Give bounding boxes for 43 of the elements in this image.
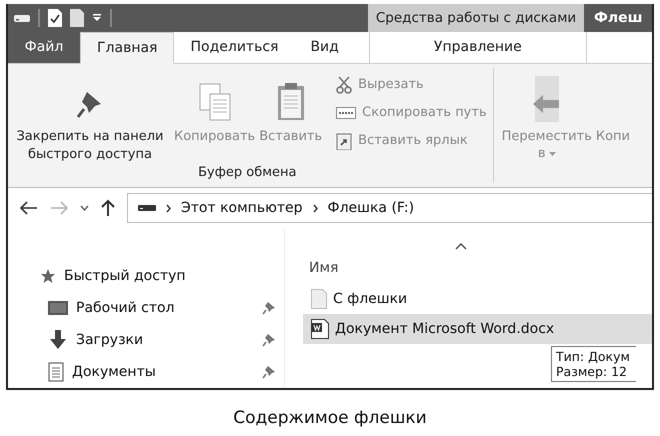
document-icon bbox=[48, 362, 64, 382]
column-header[interactable]: Имя bbox=[285, 254, 349, 284]
shortcut-icon bbox=[336, 132, 352, 150]
drive-icon[interactable] bbox=[14, 13, 30, 23]
context-tab-header: Средства работы с дисками bbox=[368, 4, 584, 32]
checked-document-icon[interactable] bbox=[48, 9, 62, 27]
drive-icon bbox=[138, 204, 156, 212]
group-label: Буфер обмена bbox=[198, 165, 296, 182]
desktop-icon bbox=[48, 300, 68, 316]
ribbon-tab[interactable]: Главная bbox=[80, 32, 174, 64]
figure-caption: Содержимое флешки bbox=[232, 408, 428, 428]
file-row[interactable]: С флешки bbox=[303, 284, 652, 314]
caret-icon bbox=[548, 152, 556, 156]
copy-icon bbox=[198, 82, 232, 122]
breadcrumb-item[interactable]: Флешка (F:) bbox=[328, 200, 414, 216]
blank-document-icon[interactable] bbox=[70, 9, 84, 27]
star-icon bbox=[40, 268, 56, 284]
up-arrow-icon[interactable] bbox=[101, 198, 115, 218]
tooltip-text: Размер: 12 bbox=[556, 364, 628, 379]
chevron-right-icon bbox=[166, 204, 171, 212]
tooltip-text: Тип: Докум bbox=[556, 349, 630, 364]
blank-file-icon bbox=[311, 289, 327, 309]
ribbon-tab[interactable]: Файл bbox=[8, 32, 80, 63]
sort-caret-icon bbox=[455, 242, 467, 252]
download-arrow-icon bbox=[48, 330, 68, 350]
address-bar[interactable]: Этот компьютер Флешка (F:) bbox=[127, 193, 652, 223]
ribbon-tab[interactable]: Управление bbox=[368, 32, 587, 63]
chevron-right-icon bbox=[312, 204, 318, 212]
clipboard-icon bbox=[276, 82, 306, 122]
sidebar-item[interactable]: Документы bbox=[8, 356, 284, 388]
breadcrumb-item[interactable]: Этот компьютер bbox=[181, 200, 303, 216]
path-icon bbox=[336, 106, 356, 119]
window-title: Флеш bbox=[593, 10, 643, 26]
sidebar-item[interactable]: Быстрый доступ bbox=[8, 260, 284, 292]
sidebar-item[interactable]: Загрузки bbox=[8, 324, 284, 356]
ribbon-button[interactable]: Закрепить на панели быстрого доступа bbox=[8, 74, 172, 165]
ribbon-tab[interactable]: Поделиться bbox=[174, 32, 294, 63]
sidebar-item[interactable]: Рабочий стол bbox=[8, 292, 284, 324]
scissors-icon bbox=[336, 76, 352, 94]
file-row[interactable]: Документ Microsoft Word.docx bbox=[303, 314, 652, 344]
dropdown-icon[interactable] bbox=[92, 13, 102, 23]
ribbon-tab[interactable]: Вид bbox=[294, 32, 355, 63]
word-document-icon bbox=[311, 319, 329, 339]
